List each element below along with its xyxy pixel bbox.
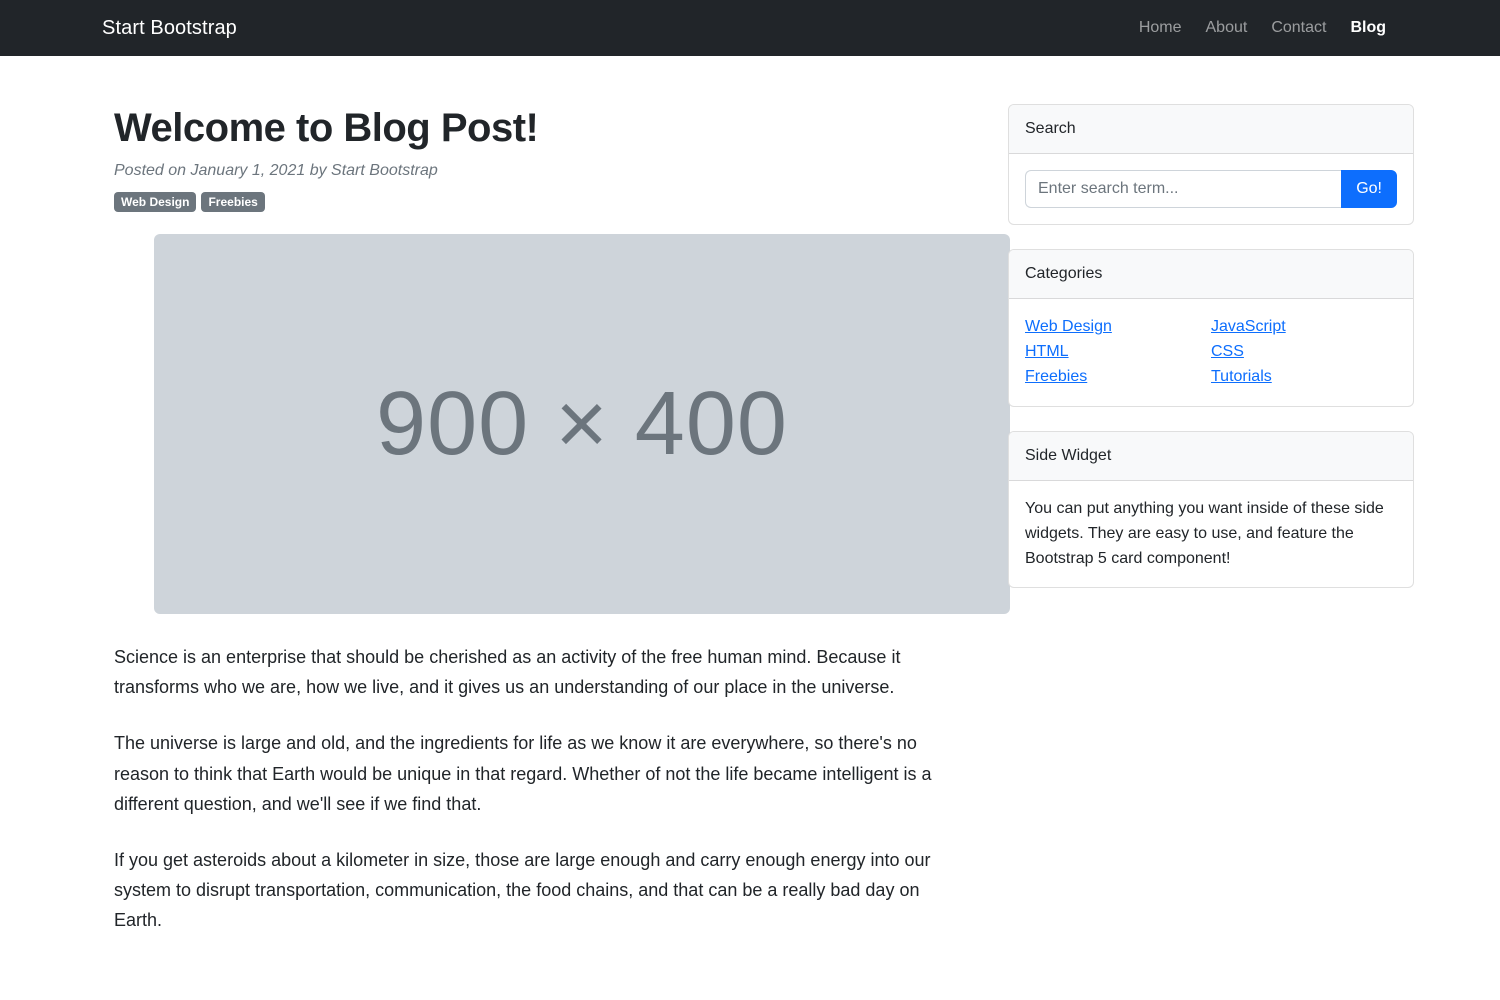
search-input-group: Go! <box>1025 170 1397 208</box>
post-paragraph-1: Science is an enterprise that should be … <box>114 647 901 698</box>
categories-column-right: JavaScript CSS Tutorials <box>1211 315 1397 390</box>
categories-list-left: Web Design HTML Freebies <box>1025 315 1211 390</box>
categories-widget-body: Web Design HTML Freebies JavaScript CSS … <box>1009 299 1413 406</box>
list-item: Web Design <box>1025 315 1211 340</box>
nav-item-blog: Blog <box>1338 10 1398 45</box>
categories-widget-header: Categories <box>1009 250 1413 299</box>
featured-image-placeholder: 900 × 400 <box>154 234 1010 615</box>
blog-post-article: Welcome to Blog Post! Posted on January … <box>114 104 1010 935</box>
category-link-web-design[interactable]: Web Design <box>1025 315 1112 339</box>
nav-item-home: Home <box>1127 10 1194 45</box>
category-link-html[interactable]: HTML <box>1025 340 1069 364</box>
categories-list-right: JavaScript CSS Tutorials <box>1211 315 1397 390</box>
list-item: CSS <box>1211 340 1397 365</box>
side-widget-header: Side Widget <box>1009 432 1413 481</box>
nav-link-contact[interactable]: Contact <box>1259 10 1338 45</box>
badge-freebies[interactable]: Freebies <box>201 192 265 213</box>
sidebar-column: Search Go! Categories Web Design <box>996 104 1426 612</box>
page-container: Welcome to Blog Post! Posted on January … <box>90 56 1414 935</box>
search-go-button[interactable]: Go! <box>1341 170 1397 208</box>
category-link-css[interactable]: CSS <box>1211 340 1244 364</box>
list-item: JavaScript <box>1211 315 1397 340</box>
categories-column-left: Web Design HTML Freebies <box>1025 315 1211 390</box>
page-title: Welcome to Blog Post! <box>114 106 539 150</box>
side-widget-card: Side Widget You can put anything you wan… <box>1008 431 1414 589</box>
nav-link-about[interactable]: About <box>1194 10 1260 45</box>
post-meta: Posted on January 1, 2021 by Start Boots… <box>114 162 438 179</box>
post-body: Science is an enterprise that should be … <box>114 642 960 934</box>
navbar-inner: Start Bootstrap Home About Contact Blog <box>90 10 1410 45</box>
list-item: HTML <box>1025 340 1211 365</box>
side-widget-body: You can put anything you want inside of … <box>1009 481 1413 587</box>
categories-row: Web Design HTML Freebies JavaScript CSS … <box>1025 315 1397 390</box>
side-widget-text: You can put anything you want inside of … <box>1025 500 1384 567</box>
list-item: Tutorials <box>1211 365 1397 390</box>
post-paragraph-3: If you get asteroids about a kilometer i… <box>114 849 931 930</box>
navbar-menu: Home About Contact Blog <box>1127 10 1398 45</box>
navbar-brand[interactable]: Start Bootstrap <box>102 18 237 38</box>
category-link-freebies[interactable]: Freebies <box>1025 365 1087 389</box>
category-link-javascript[interactable]: JavaScript <box>1211 315 1286 339</box>
search-widget-card: Search Go! <box>1008 104 1414 225</box>
search-widget-body: Go! <box>1009 154 1413 224</box>
category-link-tutorials[interactable]: Tutorials <box>1211 365 1272 389</box>
badge-web-design[interactable]: Web Design <box>114 192 197 213</box>
nav-item-contact: Contact <box>1259 10 1338 45</box>
nav-link-home[interactable]: Home <box>1127 10 1194 45</box>
post-header: Welcome to Blog Post! Posted on January … <box>114 104 960 213</box>
nav-item-about: About <box>1194 10 1260 45</box>
main-content-column: Welcome to Blog Post! Posted on January … <box>102 104 1010 935</box>
search-widget-header: Search <box>1009 105 1413 154</box>
post-paragraph-2: The universe is large and old, and the i… <box>114 733 932 814</box>
placeholder-dimensions-label: 900 × 400 <box>376 373 788 474</box>
top-navbar: Start Bootstrap Home About Contact Blog <box>0 0 1500 56</box>
search-input[interactable] <box>1025 170 1342 208</box>
categories-widget-card: Categories Web Design HTML Freebies Java… <box>1008 249 1414 407</box>
nav-link-blog[interactable]: Blog <box>1338 10 1398 45</box>
post-badges: Web Design Freebies <box>114 192 960 213</box>
list-item: Freebies <box>1025 365 1211 390</box>
